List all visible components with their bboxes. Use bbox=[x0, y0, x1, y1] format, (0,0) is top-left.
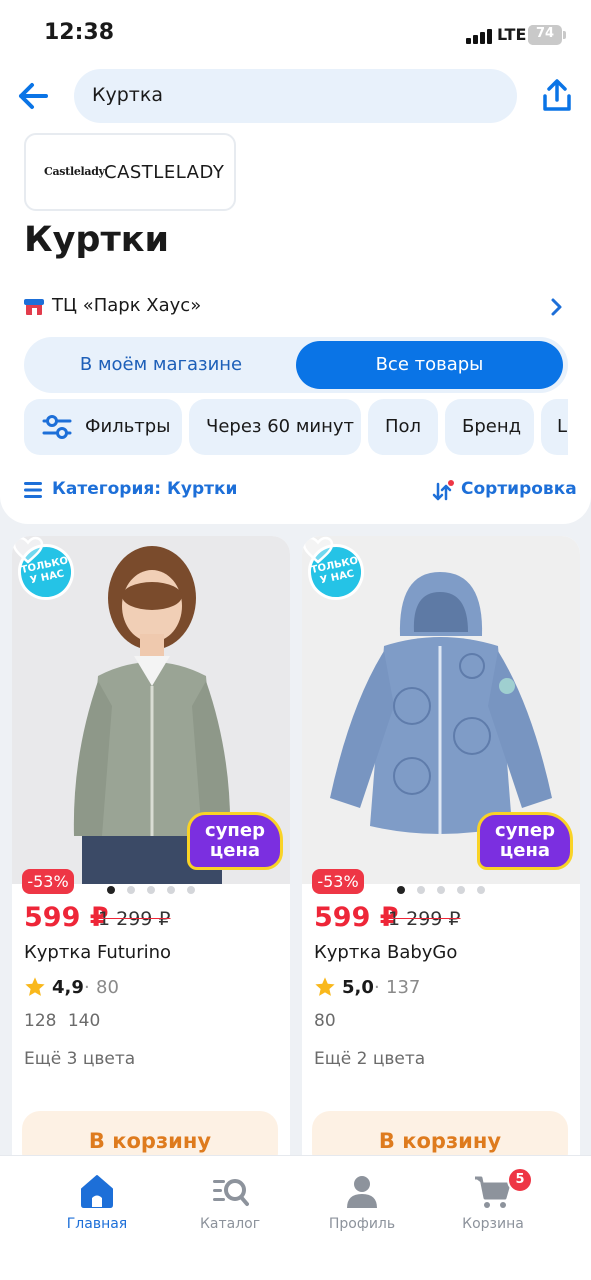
product-image[interactable]: ТОЛЬКО У НАС супер цена bbox=[12, 536, 290, 884]
star-icon bbox=[25, 977, 45, 996]
battery-tip bbox=[563, 31, 566, 39]
tab-catalog[interactable]: Каталог bbox=[175, 1168, 285, 1238]
battery-icon: 74 bbox=[528, 25, 562, 45]
chip-filters-label: Фильтры bbox=[85, 416, 171, 437]
product-name[interactable]: Куртка BabyGo bbox=[314, 942, 457, 963]
review-count: 137 bbox=[386, 977, 421, 998]
profile-icon bbox=[347, 1176, 377, 1208]
chevron-right-icon bbox=[551, 298, 562, 316]
status-bar: 12:38 LTE 74 bbox=[0, 0, 591, 70]
image-pager-dots bbox=[107, 886, 197, 896]
bottom-tab-bar: Главная Каталог Профиль 5 Корзина bbox=[0, 1155, 591, 1280]
store-name: ТЦ «Парк Хаус» bbox=[52, 295, 202, 316]
tab-catalog-label: Каталог bbox=[199, 1216, 261, 1232]
rating-value: 5,0 bbox=[342, 977, 374, 998]
tab-home-label: Главная bbox=[66, 1216, 128, 1232]
discount-badge: -53% bbox=[312, 869, 364, 894]
menu-lines-icon bbox=[24, 482, 42, 498]
cart-count-badge: 5 bbox=[507, 1167, 533, 1193]
filters-icon bbox=[42, 415, 72, 439]
search-input[interactable]: Куртка bbox=[74, 69, 517, 123]
battery-level: 74 bbox=[535, 26, 555, 41]
tab-profile[interactable]: Профиль bbox=[307, 1168, 417, 1238]
chip-size-label: L bbox=[557, 416, 568, 437]
more-colors[interactable]: Ещё 3 цвета bbox=[24, 1049, 135, 1069]
network-label: LTE bbox=[497, 25, 527, 44]
status-time: 12:38 bbox=[44, 20, 115, 45]
brand-name: CASTLELADY bbox=[104, 162, 225, 183]
tab-profile-label: Профиль bbox=[328, 1216, 396, 1232]
rating-separator: · bbox=[374, 977, 380, 998]
image-pager-dots bbox=[397, 886, 487, 896]
catalog-search-icon bbox=[213, 1179, 249, 1206]
heart-icon[interactable] bbox=[12, 536, 44, 564]
star-icon bbox=[315, 977, 335, 996]
signal-icon bbox=[466, 28, 492, 44]
product-old-price: 1 299 ₽ bbox=[98, 908, 171, 930]
search-query: Куртка bbox=[92, 84, 163, 106]
tab-cart-label: Корзина bbox=[462, 1216, 524, 1232]
review-count: 80 bbox=[96, 977, 119, 998]
super-price-badge: супер цена bbox=[477, 812, 573, 870]
more-colors[interactable]: Ещё 2 цвета bbox=[314, 1049, 425, 1069]
discount-badge: -53% bbox=[22, 869, 74, 894]
product-price: 599 ₽ bbox=[314, 902, 399, 933]
share-icon[interactable] bbox=[540, 78, 574, 114]
heart-icon[interactable] bbox=[302, 536, 334, 564]
sort-label: Сортировка bbox=[461, 479, 577, 499]
product-name[interactable]: Куртка Futurino bbox=[24, 942, 171, 963]
store-selector[interactable]: ТЦ «Парк Хаус» bbox=[24, 290, 568, 324]
chip-size[interactable]: L bbox=[541, 399, 568, 455]
category-label: Категория: Куртки bbox=[52, 479, 238, 499]
super-price-badge: супер цена bbox=[187, 812, 283, 870]
brand-card[interactable]: Castlelady CASTLELADY bbox=[24, 133, 236, 211]
chip-delivery-label: Через 60 минут bbox=[206, 416, 355, 437]
chip-gender[interactable]: Пол bbox=[368, 399, 438, 455]
chip-brand[interactable]: Бренд bbox=[445, 399, 534, 455]
filter-chips: Фильтры Через 60 минут Пол Бренд L bbox=[24, 399, 568, 455]
segment-my-store[interactable]: В моём магазине bbox=[28, 341, 294, 389]
rating-value: 4,9 bbox=[52, 977, 84, 998]
product-old-price: 1 299 ₽ bbox=[388, 908, 461, 930]
segment-all-products[interactable]: Все товары bbox=[296, 341, 563, 389]
chip-gender-label: Пол bbox=[385, 416, 422, 437]
chip-delivery-time[interactable]: Через 60 минут bbox=[189, 399, 361, 455]
page-title: Куртки bbox=[24, 220, 170, 260]
rating-separator: · bbox=[84, 977, 90, 998]
product-sizes: 128 140 bbox=[24, 1011, 101, 1031]
header-panel: 12:38 LTE 74 Куртка Castlelady CASTLELAD… bbox=[0, 0, 591, 524]
chip-filters[interactable]: Фильтры bbox=[24, 399, 182, 455]
tab-home[interactable]: Главная bbox=[42, 1168, 152, 1238]
availability-toggle: В моём магазине Все товары bbox=[24, 337, 568, 393]
product-card[interactable]: ТОЛЬКО У НАС супер цена -53% 599 ₽ 1 299… bbox=[12, 536, 290, 1176]
store-icon bbox=[24, 299, 44, 315]
product-image[interactable]: ТОЛЬКО У НАС супер цена bbox=[302, 536, 580, 884]
sort-icon bbox=[432, 480, 454, 501]
product-sizes: 80 bbox=[314, 1011, 336, 1031]
back-arrow-icon[interactable] bbox=[16, 80, 50, 112]
chip-brand-label: Бренд bbox=[462, 416, 522, 437]
brand-logo: Castlelady bbox=[44, 165, 105, 178]
product-card[interactable]: ТОЛЬКО У НАС супер цена -53% 599 ₽ 1 299… bbox=[302, 536, 580, 1176]
product-price: 599 ₽ bbox=[24, 902, 109, 933]
tab-cart[interactable]: 5 Корзина bbox=[438, 1167, 548, 1238]
home-icon bbox=[81, 1175, 113, 1208]
